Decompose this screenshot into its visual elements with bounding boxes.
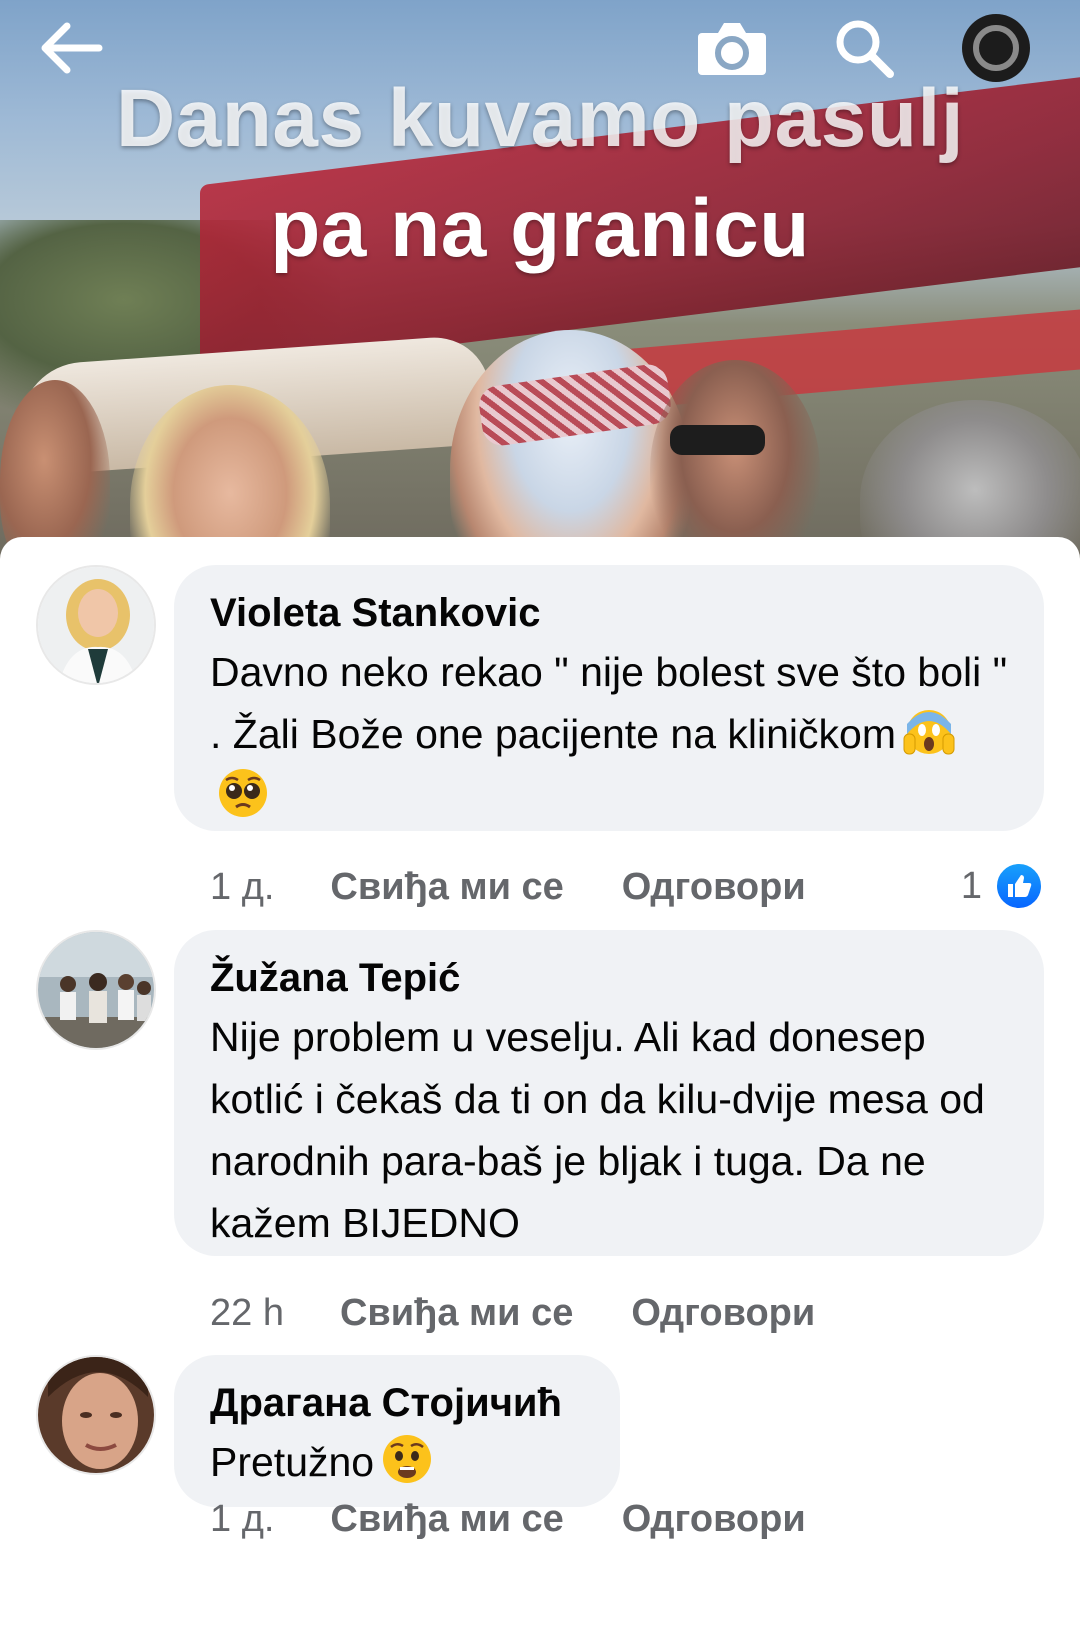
comment-text: Nije problem u veselju. Ali kad donesep … (210, 1014, 985, 1246)
comment-meta: 1 д. Свиђа ми се Одговори (210, 1495, 806, 1543)
worried-face-emoji (383, 1435, 432, 1483)
comment-author[interactable]: Драгана Стојичић (210, 1379, 584, 1427)
comment-bubble: Žužana Tepić Nije problem u veselju. Ali… (174, 930, 1044, 1256)
comment-text: Davno neko rekao " nije bolest sve što b… (210, 641, 1008, 827)
comment-text-content: Davno neko rekao " nije bolest sve što b… (210, 649, 1008, 757)
video-caption-line-2: pa na granicu (270, 183, 810, 274)
comment-meta: 22 h Свиђа ми се Одговори (210, 1289, 815, 1337)
avatar[interactable] (36, 930, 156, 1050)
video-sunglasses (670, 425, 765, 455)
camera-button[interactable] (694, 10, 770, 86)
comment-meta: 1 д. Свиђа ми се Одговори (210, 863, 806, 911)
avatar[interactable] (36, 1355, 156, 1475)
camera-icon (698, 23, 766, 75)
comment-timestamp[interactable]: 1 д. (210, 863, 274, 911)
avatar-image (38, 932, 154, 1048)
video-person (860, 400, 1080, 560)
comment-timestamp[interactable]: 22 h (210, 1289, 284, 1337)
comment-bubble: Драгана Стојичић Pretužno (174, 1355, 620, 1507)
reply-button[interactable]: Одговори (622, 863, 806, 911)
back-arrow-icon (41, 22, 103, 74)
record-button[interactable] (958, 10, 1034, 86)
reaction-count: 1 (960, 864, 982, 907)
like-button[interactable]: Свиђа ми се (330, 863, 563, 911)
screaming-face-emoji (903, 710, 955, 755)
like-button[interactable]: Свиђа ми се (340, 1289, 573, 1337)
thumbs-up-icon (994, 861, 1044, 911)
comment-text-content: Pretužno (210, 1439, 375, 1485)
record-icon (962, 14, 1030, 82)
comment-text: Pretužno (210, 1431, 584, 1493)
avatar-image (38, 567, 154, 683)
avatar[interactable] (36, 565, 156, 685)
comment-bubble: Violeta Stankovic Davno neko rekao " nij… (174, 565, 1044, 831)
pleading-face-emoji (219, 769, 267, 817)
back-button[interactable] (32, 10, 108, 86)
reply-button[interactable]: Одговори (631, 1289, 815, 1337)
search-button[interactable] (826, 10, 902, 86)
comment-author[interactable]: Violeta Stankovic (210, 589, 1008, 637)
comment-timestamp[interactable]: 1 д. (210, 1495, 274, 1543)
reaction-summary[interactable]: 1 (961, 861, 1044, 911)
search-icon (836, 20, 894, 78)
video-player[interactable]: Danas kuvamo pasulj pa na granicu (0, 0, 1080, 560)
like-button[interactable]: Свиђа ми се (330, 1495, 563, 1543)
comments-sheet: Violeta Stankovic Davno neko rekao " nij… (0, 537, 1080, 1651)
comment-author[interactable]: Žužana Tepić (210, 954, 1008, 1002)
avatar-image (38, 1357, 154, 1473)
reply-button[interactable]: Одговори (622, 1495, 806, 1543)
top-bar (0, 0, 1080, 100)
